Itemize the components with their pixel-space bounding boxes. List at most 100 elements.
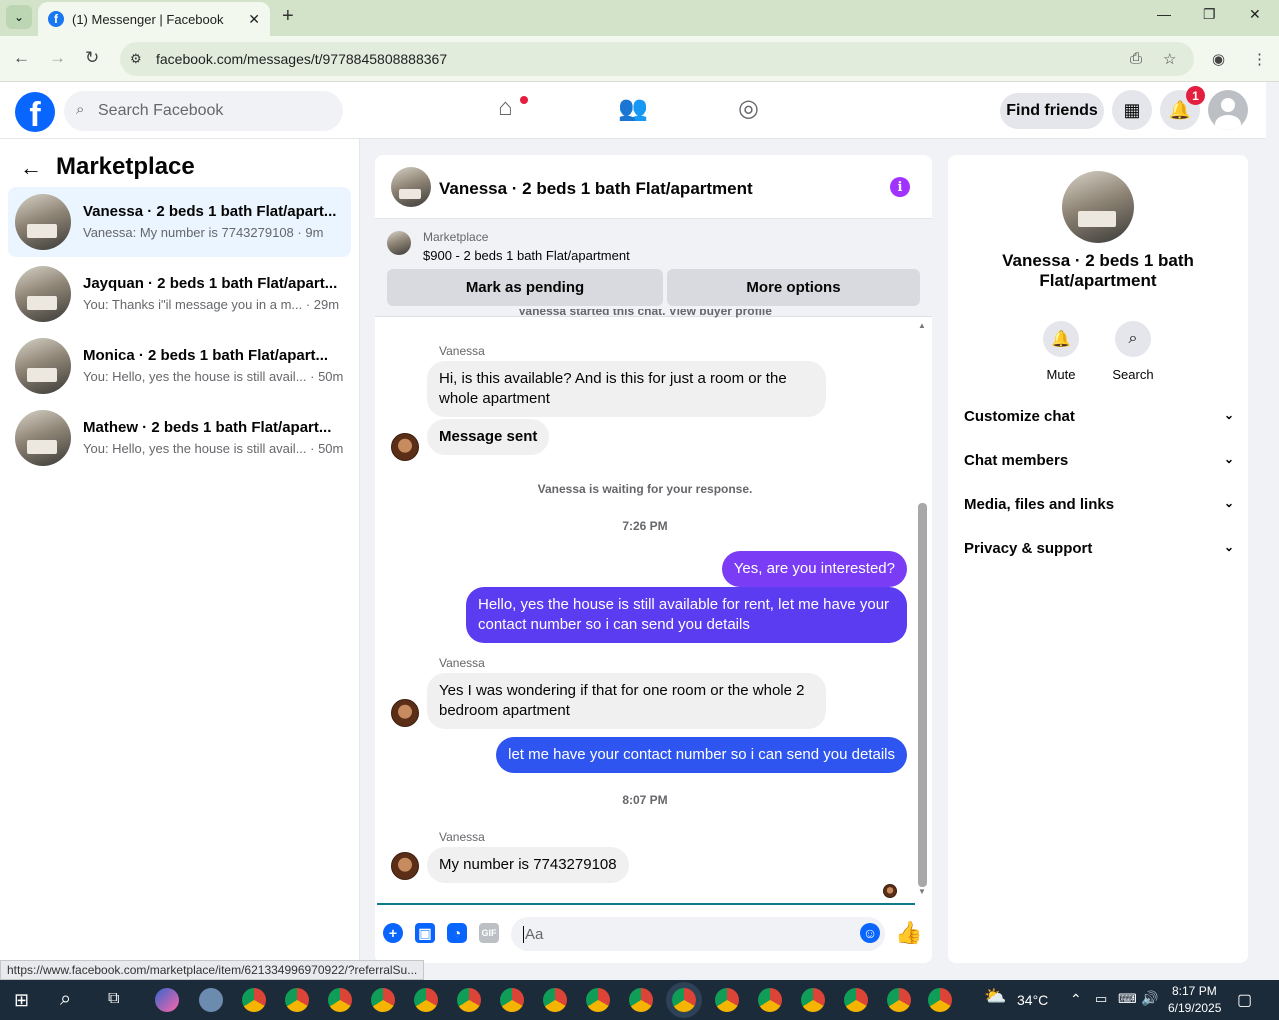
sender-avatar[interactable] bbox=[391, 852, 419, 880]
account-avatar[interactable] bbox=[1208, 90, 1248, 130]
weather-icon[interactable]: ⛅ bbox=[984, 986, 1006, 1007]
temperature[interactable]: 34°C bbox=[1017, 992, 1048, 1008]
customize-chat-row[interactable]: Customize chat ⌄ bbox=[964, 408, 1234, 432]
chrome-icon[interactable] bbox=[586, 988, 610, 1012]
paint-icon[interactable] bbox=[199, 988, 223, 1012]
clock-date[interactable]: 6/19/2025 bbox=[1168, 1001, 1221, 1015]
photo-icon[interactable]: ▣ bbox=[415, 923, 435, 943]
like-thumb-icon[interactable]: 👍 bbox=[895, 920, 922, 945]
sender-avatar[interactable] bbox=[391, 699, 419, 727]
conversation-item[interactable]: Monica · 2 beds 1 bath Flat/apart... You… bbox=[8, 331, 351, 401]
chrome-icon[interactable] bbox=[285, 988, 309, 1012]
listing-price-title[interactable]: $900 - 2 beds 1 bath Flat/apartment bbox=[423, 248, 630, 263]
chrome-icon-active[interactable] bbox=[672, 988, 696, 1012]
chrome-icon[interactable] bbox=[242, 988, 266, 1012]
mark-as-pending-button[interactable]: Mark as pending bbox=[387, 269, 663, 306]
bookmark-star-icon[interactable]: ☆ bbox=[1163, 50, 1176, 68]
chrome-icon[interactable] bbox=[844, 988, 868, 1012]
find-friends-button[interactable]: Find friends bbox=[1000, 93, 1104, 129]
chat-listing-thumbnail[interactable] bbox=[391, 167, 431, 207]
status-url-bar: https://www.facebook.com/marketplace/ite… bbox=[0, 960, 425, 980]
chat-started-note: Vanessa started this chat. View buyer pr… bbox=[518, 309, 772, 318]
details-name: Vanessa · 2 beds 1 bath Flat/apartment bbox=[1002, 251, 1194, 290]
minimize-icon[interactable]: — bbox=[1157, 6, 1171, 22]
notification-center-icon[interactable]: ▢ bbox=[1237, 990, 1252, 1010]
search-in-chat-button[interactable]: ⌕ Search bbox=[1098, 321, 1168, 382]
friends-icon[interactable]: 👥 bbox=[618, 94, 648, 123]
clock-time[interactable]: 8:17 PM bbox=[1172, 984, 1217, 998]
conversation-item[interactable]: Jayquan · 2 beds 1 bath Flat/apart... Yo… bbox=[8, 259, 351, 329]
meet-now-icon[interactable]: ▭ bbox=[1095, 991, 1107, 1007]
task-view-icon[interactable]: ⧉ bbox=[108, 990, 119, 1008]
facebook-search-input[interactable]: ⌕ Search Facebook bbox=[64, 91, 343, 131]
window-close-icon[interactable]: ✕ bbox=[1249, 6, 1261, 23]
tray-chevron-icon[interactable]: ⌃ bbox=[1070, 991, 1082, 1008]
chrome-icon[interactable] bbox=[543, 988, 567, 1012]
message-composer: + ▣ ◔ GIF Aa ☺ 👍 bbox=[375, 903, 932, 963]
browser-tab-bar: ⌄ f (1) Messenger | Facebook ✕ + — ❐ ✕ bbox=[0, 0, 1279, 36]
back-icon[interactable]: ← bbox=[13, 48, 30, 68]
chrome-icon[interactable] bbox=[457, 988, 481, 1012]
windows-taskbar: ⊞ ⌕ ⧉ ⛅ 34°C ⌃ ▭ ⌨ 🔊 8:17 PM 6/19/2025 ▢ bbox=[0, 980, 1279, 1020]
groups-icon[interactable]: ◎ bbox=[738, 94, 759, 123]
site-settings-icon[interactable]: ⚙ bbox=[130, 51, 142, 67]
chat-scrollbar[interactable]: ▲ ▼ bbox=[918, 317, 927, 897]
scroll-down-icon[interactable]: ▼ bbox=[918, 887, 926, 896]
forward-icon[interactable]: → bbox=[49, 48, 66, 68]
chrome-icon[interactable] bbox=[629, 988, 653, 1012]
page-scrollbar[interactable] bbox=[1266, 82, 1279, 980]
chrome-icon[interactable] bbox=[328, 988, 352, 1012]
message-list[interactable]: Vanessa started this chat. View buyer pr… bbox=[375, 309, 932, 903]
more-options-button[interactable]: More options bbox=[667, 269, 920, 306]
scroll-up-icon[interactable]: ▲ bbox=[918, 321, 926, 330]
search-icon[interactable]: ⌕ bbox=[60, 988, 71, 1011]
url-input[interactable]: ⚙ facebook.com/messages/t/97788458088883… bbox=[120, 42, 1194, 76]
menu-kebab-icon[interactable]: ⋮ bbox=[1252, 50, 1267, 68]
sticker-icon[interactable]: ◔ bbox=[447, 923, 467, 943]
restore-icon[interactable]: ❐ bbox=[1203, 6, 1216, 23]
chrome-icon[interactable] bbox=[414, 988, 438, 1012]
chrome-icon[interactable] bbox=[371, 988, 395, 1012]
chat-title[interactable]: Vanessa · 2 beds 1 bath Flat/apartment bbox=[439, 179, 753, 199]
tab-search-chevron-icon[interactable]: ⌄ bbox=[6, 5, 32, 29]
network-icon[interactable]: ⌨ bbox=[1118, 991, 1137, 1007]
row-label: Media, files and links bbox=[964, 496, 1115, 513]
facebook-logo-icon[interactable]: f bbox=[15, 92, 55, 132]
chrome-icon[interactable] bbox=[887, 988, 911, 1012]
chrome-icon[interactable] bbox=[758, 988, 782, 1012]
reload-icon[interactable]: ↻ bbox=[85, 48, 99, 68]
listing-mini-thumbnail[interactable] bbox=[387, 231, 411, 255]
chrome-icon[interactable] bbox=[715, 988, 739, 1012]
plus-icon[interactable]: + bbox=[383, 923, 403, 943]
chrome-icon[interactable] bbox=[928, 988, 952, 1012]
copilot-icon[interactable] bbox=[155, 988, 179, 1012]
media-files-links-row[interactable]: Media, files and links ⌄ bbox=[964, 496, 1234, 520]
install-app-icon[interactable]: ⎙ bbox=[1130, 50, 1142, 67]
windows-start-icon[interactable]: ⊞ bbox=[14, 990, 29, 1011]
home-icon[interactable]: ⌂ bbox=[498, 94, 513, 122]
gif-icon[interactable]: GIF bbox=[479, 923, 499, 943]
scroll-thumb[interactable] bbox=[918, 503, 927, 887]
privacy-support-row[interactable]: Privacy & support ⌄ bbox=[964, 540, 1234, 564]
message-input[interactable]: Aa bbox=[511, 917, 885, 951]
new-tab-icon[interactable]: + bbox=[282, 5, 294, 28]
profile-icon[interactable]: ◉ bbox=[1212, 50, 1225, 68]
chrome-icon[interactable] bbox=[500, 988, 524, 1012]
chat-members-row[interactable]: Chat members ⌄ bbox=[964, 452, 1234, 476]
details-listing-thumbnail[interactable] bbox=[1062, 171, 1134, 243]
conversation-preview: You: Thanks i"il message you in a m... ·… bbox=[83, 297, 340, 312]
mute-button[interactable]: 🔔 Mute bbox=[1026, 321, 1096, 382]
chrome-icon[interactable] bbox=[801, 988, 825, 1012]
conversation-preview: Vanessa: My number is 7743279108 · 9m bbox=[83, 225, 324, 240]
conversation-item[interactable]: Vanessa · 2 beds 1 bath Flat/apart... Va… bbox=[8, 187, 351, 257]
emoji-icon[interactable]: ☺ bbox=[860, 923, 880, 943]
conversation-item[interactable]: Mathew · 2 beds 1 bath Flat/apart... You… bbox=[8, 403, 351, 473]
tab-close-icon[interactable]: ✕ bbox=[248, 11, 260, 28]
back-arrow-icon[interactable]: ← bbox=[20, 155, 42, 181]
browser-tab[interactable]: f (1) Messenger | Facebook ✕ bbox=[38, 2, 270, 36]
chevron-down-icon: ⌄ bbox=[1223, 452, 1234, 466]
sender-avatar[interactable] bbox=[391, 433, 419, 461]
info-icon[interactable]: i bbox=[890, 177, 910, 197]
menu-grid-icon[interactable]: ▦ bbox=[1112, 90, 1152, 130]
volume-icon[interactable]: 🔊 bbox=[1141, 990, 1158, 1007]
